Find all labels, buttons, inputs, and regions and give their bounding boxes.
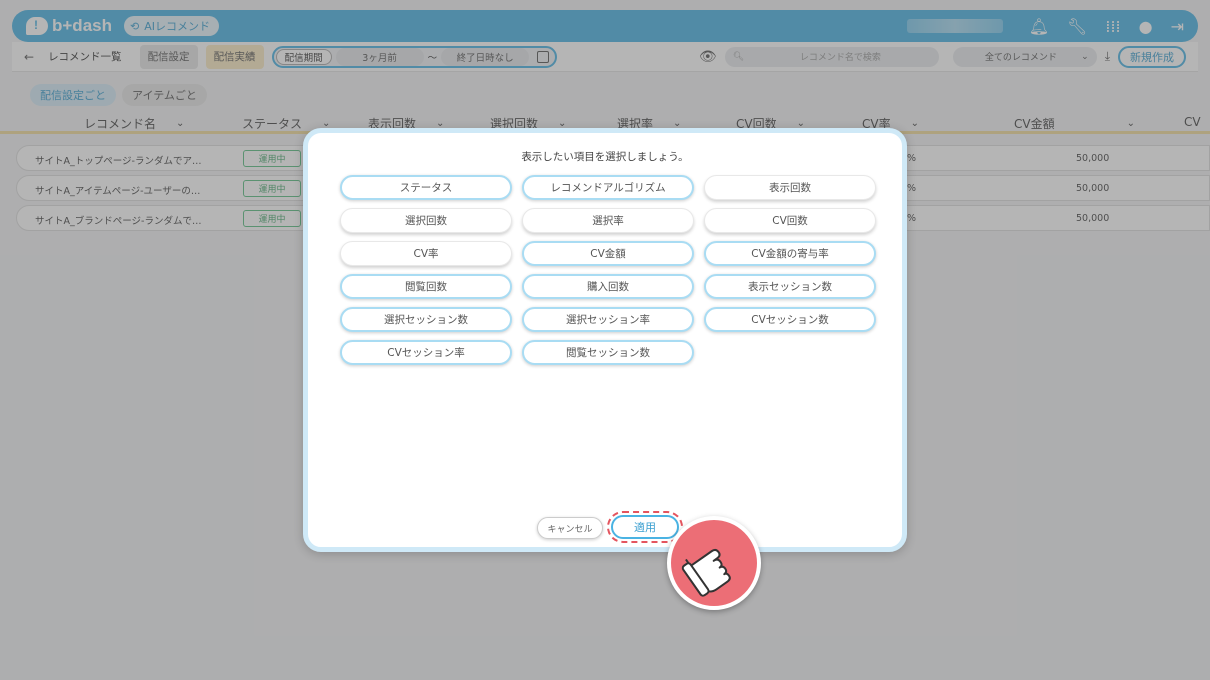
column-option[interactable]: ステータス [340, 175, 512, 200]
column-option[interactable]: CV金額 [522, 241, 694, 266]
column-option[interactable]: 閲覧セッション数 [522, 340, 694, 365]
pointing-hand-icon [667, 516, 761, 610]
column-option[interactable]: CV金額の寄与率 [704, 241, 876, 266]
column-option[interactable]: 選択率 [522, 208, 694, 233]
hand-graphic [681, 548, 731, 597]
column-option[interactable]: 選択セッション数 [340, 307, 512, 332]
column-option[interactable]: レコメンドアルゴリズム [522, 175, 694, 200]
apply-button[interactable]: 適用 [611, 515, 679, 539]
column-option[interactable]: 選択回数 [340, 208, 512, 233]
column-option[interactable]: CV回数 [704, 208, 876, 233]
column-option[interactable]: CVセッション数 [704, 307, 876, 332]
column-option[interactable]: CV率 [340, 241, 512, 266]
column-select-modal: 表示したい項目を選択しましょう。 ステータス レコメンドアルゴリズム 表示回数 … [303, 128, 907, 552]
cancel-button[interactable]: キャンセル [537, 517, 603, 539]
modal-title: 表示したい項目を選択しましょう。 [521, 151, 689, 163]
column-option[interactable]: 購入回数 [522, 274, 694, 299]
column-option[interactable]: 表示回数 [704, 175, 876, 200]
column-option[interactable]: 閲覧回数 [340, 274, 512, 299]
column-option[interactable]: 表示セッション数 [704, 274, 876, 299]
column-option[interactable]: 選択セッション率 [522, 307, 694, 332]
column-option-grid: ステータス レコメンドアルゴリズム 表示回数 選択回数 選択率 CV回数 CV率… [340, 175, 876, 365]
column-option[interactable]: CVセッション率 [340, 340, 512, 365]
